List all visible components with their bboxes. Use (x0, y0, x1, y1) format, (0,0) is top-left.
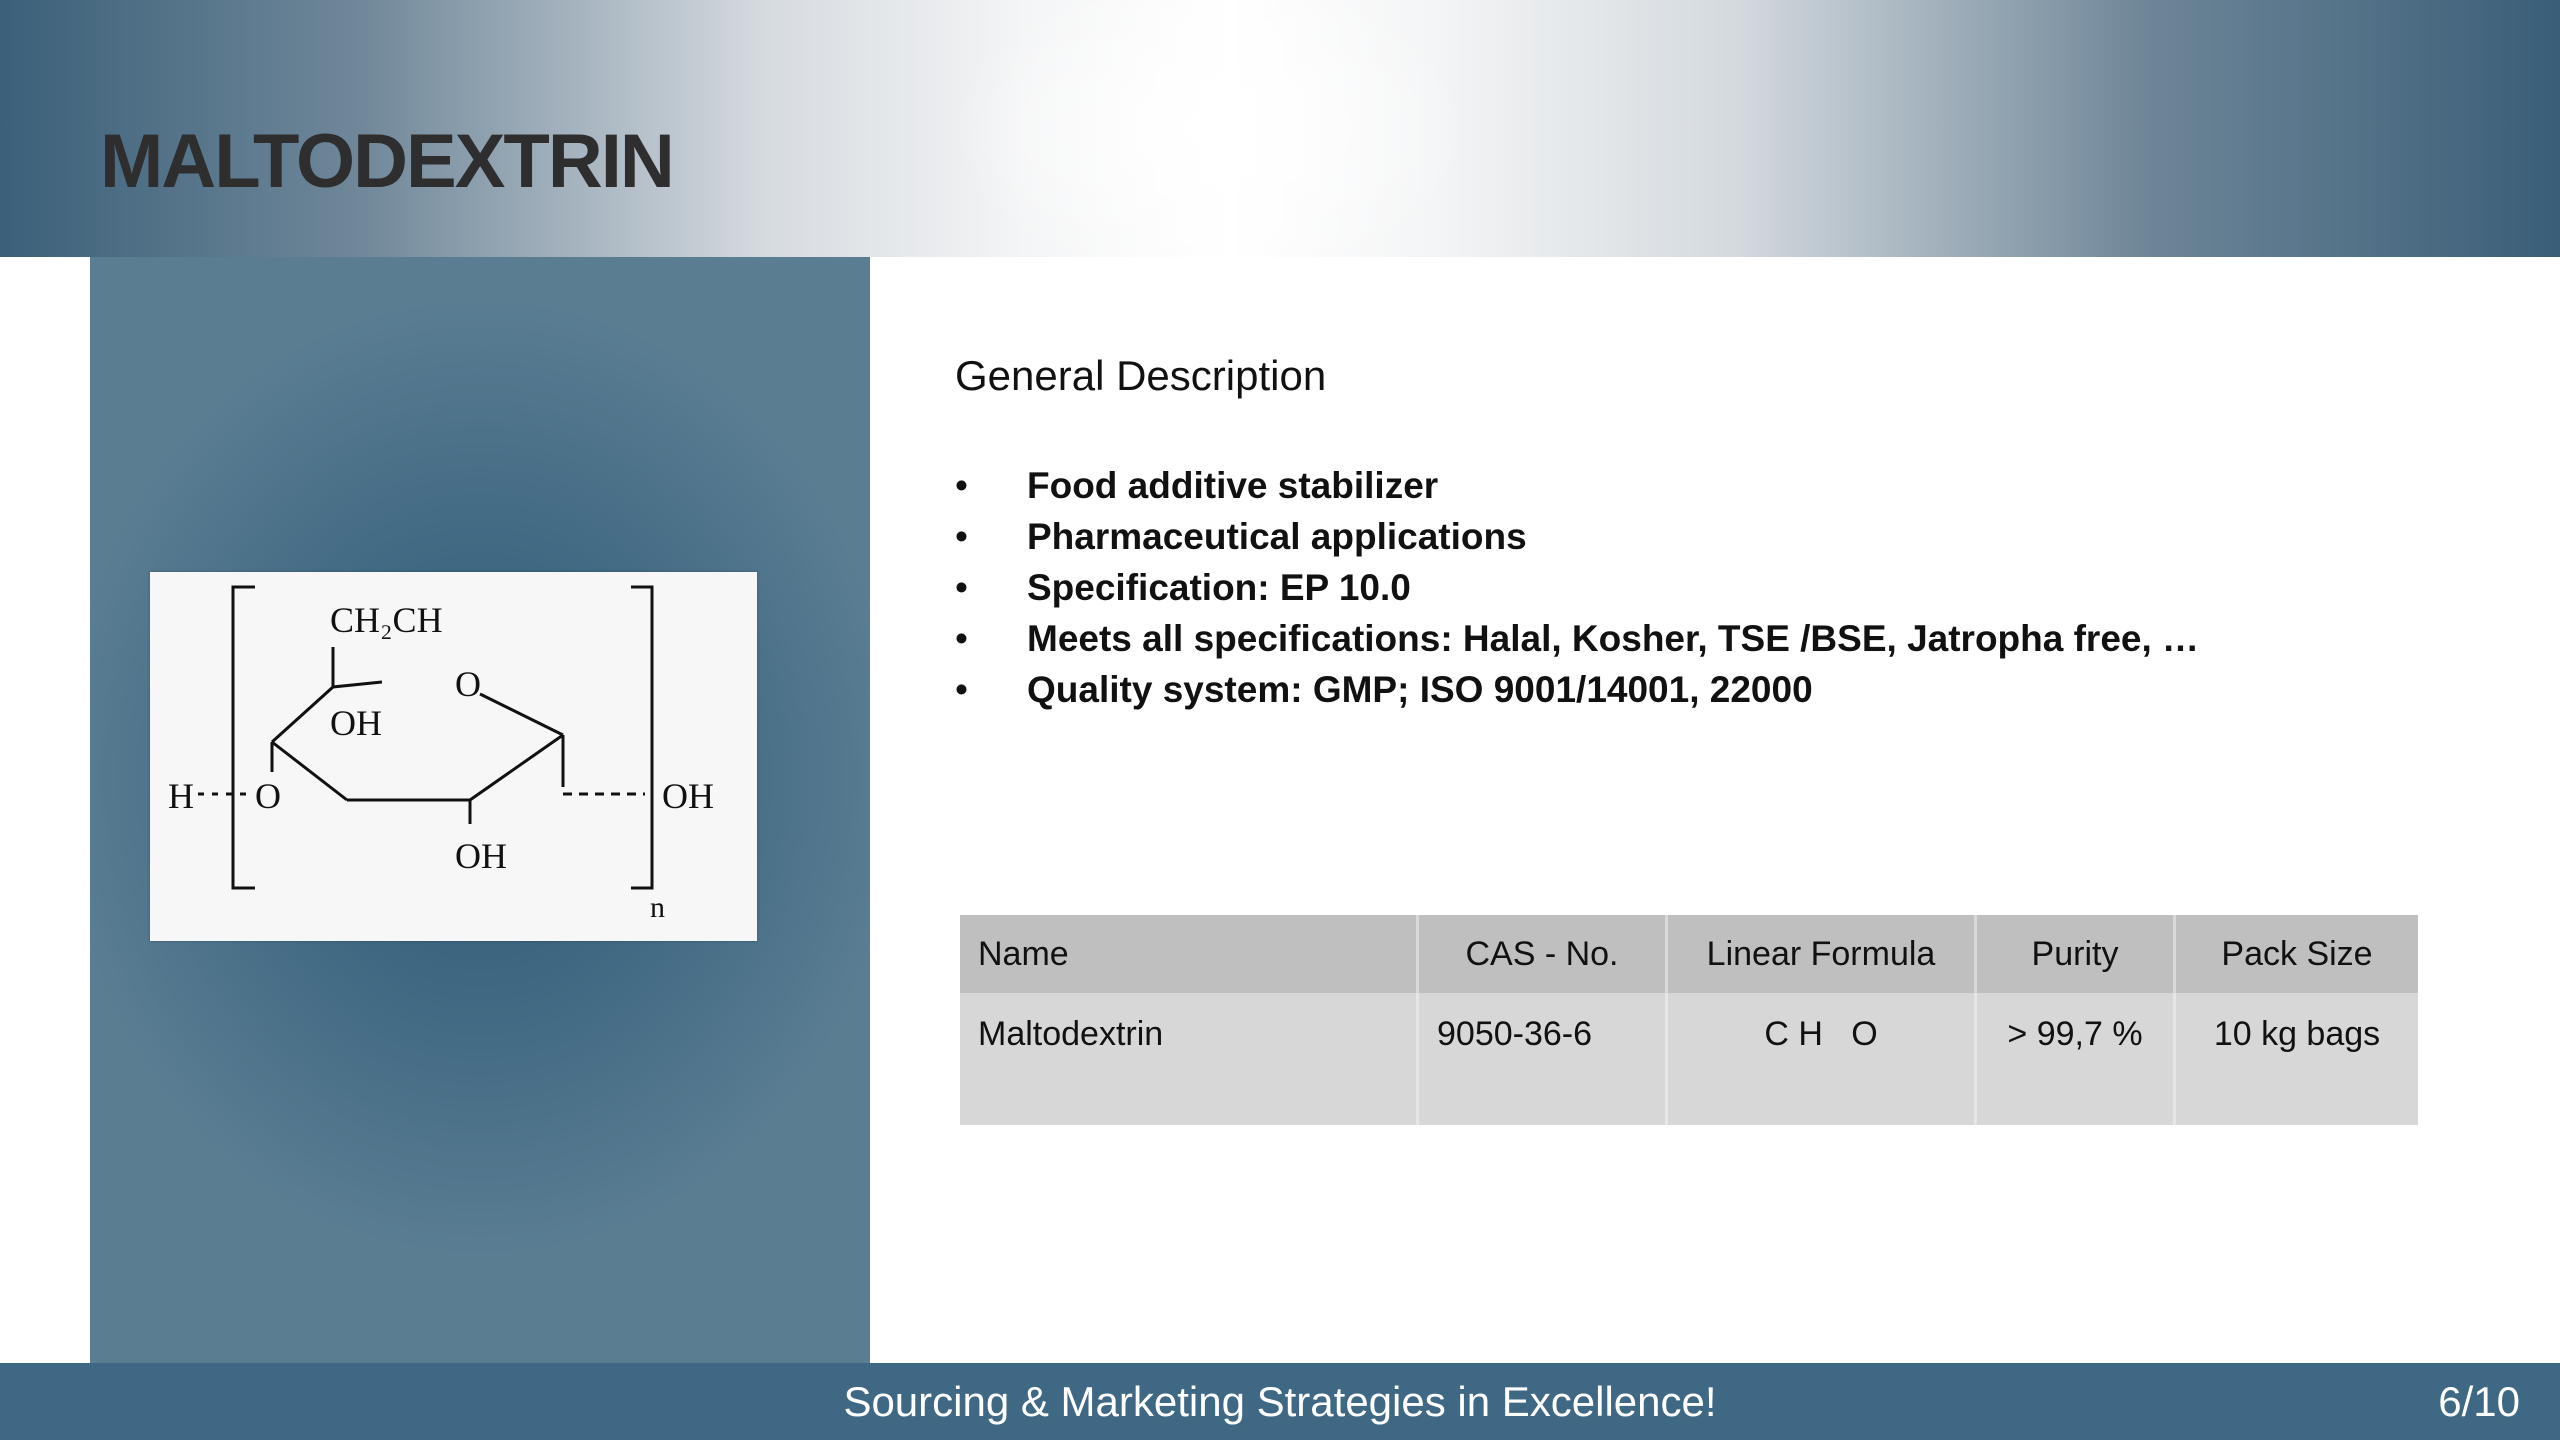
ring-bond-lower-left (271, 740, 348, 802)
ring-oxygen-label: O (455, 664, 481, 704)
bullet-glyph: • (955, 465, 968, 506)
page-title: MALTODEXTRIN (100, 119, 675, 204)
n-subscript-label: n (650, 891, 665, 924)
list-item-text: Quality system: GMP; ISO 9001/14001, 220… (1027, 669, 1813, 710)
column-header-name: Name (960, 915, 1419, 993)
column-header-pack-size: Pack Size (2174, 915, 2418, 993)
list-item: • Quality system: GMP; ISO 9001/14001, 22… (955, 664, 2199, 715)
list-item-text: Specification: EP 10.0 (1027, 567, 1411, 608)
left-bracket (231, 585, 255, 890)
table-header-row: Name CAS - No. Linear Formula Purity Pac… (960, 915, 2418, 993)
cell-formula: C H O (1666, 993, 1977, 1125)
oxygen-label-left: O (255, 776, 281, 816)
list-item: • Specification: EP 10.0 (955, 562, 2199, 613)
oh-label-top: OH (330, 703, 382, 743)
bullet-glyph: • (955, 567, 968, 608)
cell-name: Maltodextrin (960, 993, 1419, 1125)
description-list: • Food additive stabilizer • Pharmaceutica… (955, 460, 2199, 715)
list-item: • Pharmaceutical applications (955, 511, 2199, 562)
ring-bond-upper-right (479, 692, 564, 737)
list-item-text: Pharmaceutical applications (1027, 516, 1527, 557)
ch2ch-label: CH₂CH (330, 600, 443, 640)
slide: MALTODEXTRIN CH₂CH O OH H O OH OH n Gene… (0, 0, 2560, 1440)
list-item-text: Food additive stabilizer (1027, 465, 1439, 506)
cell-purity: > 99,7 % (1975, 993, 2176, 1125)
footer-tagline: Sourcing & Marketing Strategies in Excel… (843, 1378, 1717, 1425)
page-number: 6/10 (2438, 1378, 2520, 1425)
bullet-glyph: • (955, 669, 968, 710)
bullet-glyph: • (955, 618, 968, 659)
right-bracket (631, 585, 654, 890)
oh-label-right: OH (662, 776, 714, 816)
cell-pack-size: 10 kg bags (2174, 993, 2418, 1125)
column-header-purity: Purity (1975, 915, 2176, 993)
product-table: Name CAS - No. Linear Formula Purity Pac… (960, 915, 2418, 1125)
chemical-structure-image: CH₂CH O OH H O OH OH n (150, 572, 757, 941)
list-item: • Meets all specifications: Halal, Kosher… (955, 613, 2199, 664)
column-header-formula: Linear Formula (1666, 915, 1977, 993)
column-header-cas: CAS - No. (1417, 915, 1668, 993)
table-row: Maltodextrin 9050-36-6 C H O > 99,7 % 10… (960, 993, 2418, 1125)
bullet-glyph: • (955, 516, 968, 557)
oh-label-bottom: OH (455, 836, 507, 876)
list-item: • Food additive stabilizer (955, 460, 2199, 511)
maltodextrin-structure-diagram: CH₂CH O OH H O OH OH n (168, 585, 714, 924)
footer-bar: Sourcing & Marketing Strategies in Excel… (0, 1363, 2560, 1440)
section-heading: General Description (955, 352, 1327, 399)
h-label: H (168, 776, 194, 816)
cell-cas: 9050-36-6 (1417, 993, 1668, 1125)
list-item-text: Meets all specifications: Halal, Kosher,… (1027, 618, 2200, 659)
ring-bond-lower-right (469, 733, 564, 802)
